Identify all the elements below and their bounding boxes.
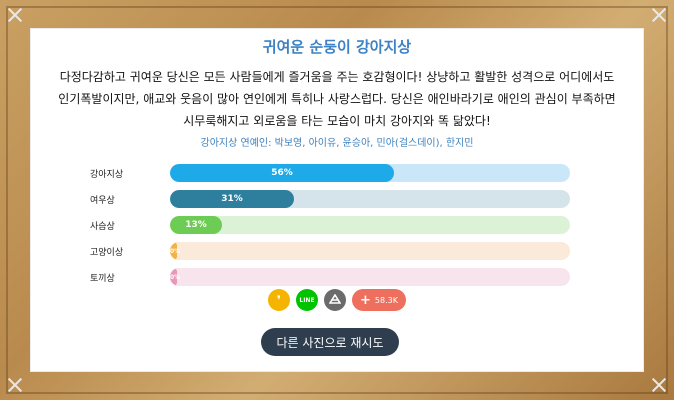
band-icon	[328, 293, 342, 307]
retry-button[interactable]: 다른 사진으로 재시도	[261, 328, 399, 356]
result-row-deer: 사슴상 13%	[30, 214, 644, 236]
result-row-rabbit: 토끼상 0%	[30, 266, 644, 288]
result-row-dog: 강아지상 56%	[30, 162, 644, 184]
result-description: 다정다감하고 귀여운 당신은 모든 사람들에게 즐거움을 주는 호감형이다! 상…	[40, 66, 634, 132]
result-bar-fill: 0%	[170, 268, 181, 286]
result-percent: 31%	[221, 194, 243, 204]
line-share-button[interactable]: LINE	[296, 289, 319, 311]
result-bar-fill: 31%	[170, 190, 294, 208]
description-line: 시무룩해지고 외로움을 타는 모습이 마치 강아지와 똑 닮았다!	[183, 114, 491, 128]
result-panel: 귀여운 순둥이 강아지상 다정다감하고 귀여운 당신은 모든 사람들에게 즐거움…	[30, 28, 644, 372]
result-track: 56%	[170, 164, 570, 182]
result-track: 0%	[170, 268, 570, 286]
result-label: 여우상	[90, 196, 115, 206]
result-label: 사슴상	[90, 222, 115, 232]
plus-icon: +	[360, 292, 371, 308]
result-track: 31%	[170, 190, 570, 208]
result-percent: 0%	[170, 247, 181, 255]
band-share-button[interactable]	[324, 289, 347, 311]
frame-corner-ornament	[2, 372, 28, 398]
description-line: 인기폭발이지만, 애교와 웃음이 많아 연인에게 특히나 사랑스럽다. 당신은 …	[58, 92, 616, 106]
result-track: 13%	[170, 216, 570, 234]
frame-corner-ornament	[646, 372, 672, 398]
share-buttons: ❜ LINE + 58.3K	[30, 289, 644, 311]
share-count: 58.3K	[374, 295, 398, 305]
result-percent: 56%	[271, 168, 293, 178]
result-row-cat: 고양이상 0%	[30, 240, 644, 262]
result-bar-fill: 56%	[170, 164, 394, 182]
result-label: 강아지상	[90, 170, 124, 180]
result-track: 0%	[170, 242, 570, 260]
result-label: 토끼상	[90, 274, 115, 284]
result-bar-fill: 0%	[170, 242, 181, 260]
result-row-fox: 여우상 31%	[30, 188, 644, 210]
result-percent: 13%	[185, 220, 207, 230]
frame-corner-ornament	[646, 2, 672, 28]
result-bar-fill: 13%	[170, 216, 222, 234]
description-line: 다정다감하고 귀여운 당신은 모든 사람들에게 즐거움을 주는 호감형이다! 상…	[59, 70, 615, 84]
kakaostory-share-button[interactable]: ❜	[268, 289, 291, 311]
result-label: 고양이상	[90, 248, 124, 258]
celebrity-list: 강아지상 연예인: 박보영, 아이유, 윤승아, 민아(걸스데이), 한지민	[200, 138, 474, 149]
frame-corner-ornament	[2, 2, 28, 28]
result-percent: 0%	[170, 273, 181, 281]
line-icon: LINE	[299, 296, 315, 304]
result-title: 귀여운 순둥이 강아지상	[262, 38, 412, 56]
more-share-button[interactable]: + 58.3K	[352, 289, 406, 311]
kakaostory-icon: ❜	[276, 293, 282, 307]
